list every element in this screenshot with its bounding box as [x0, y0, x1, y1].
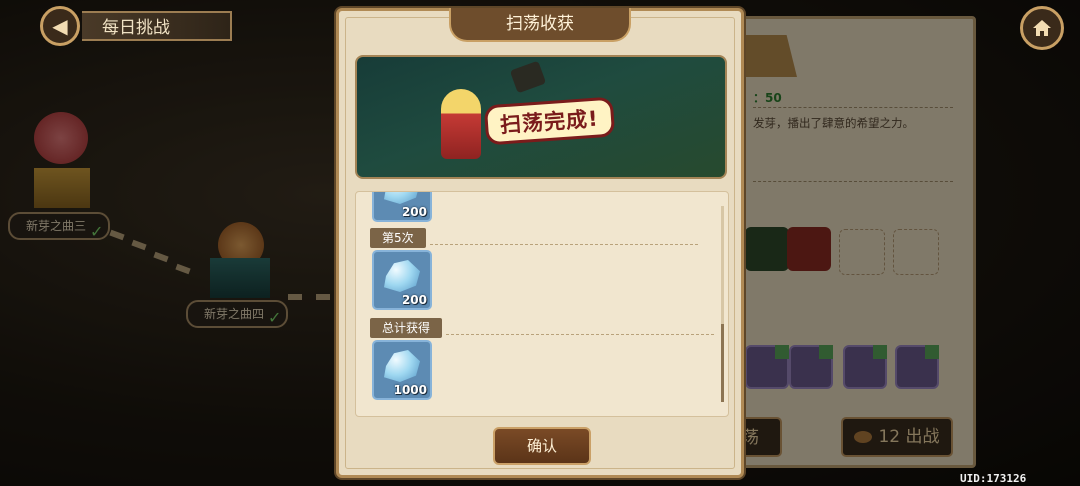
- reward-slot[interactable]: [843, 345, 887, 389]
- lantern-icon: [509, 60, 547, 94]
- reward-list[interactable]: 200 第5次 200 总计获得 1000: [355, 191, 729, 417]
- stage-block: [210, 258, 270, 298]
- reward-item[interactable]: 200: [372, 250, 432, 310]
- character-portrait: [441, 89, 481, 159]
- battle-icon: [854, 431, 873, 443]
- reward-item[interactable]: 200: [372, 192, 432, 222]
- crystal-icon: [384, 350, 420, 382]
- empty-enemy-slot: [839, 229, 885, 275]
- back-arrow-icon: ◀: [52, 14, 68, 38]
- stage-description: 发芽，播出了肆意的希望之力。: [753, 116, 914, 130]
- divider: [446, 334, 714, 335]
- sweep-result-dialog: 扫荡收获 扫荡完成! 200 第5次 200 总计获得 1000 确认: [336, 8, 744, 478]
- sweep-complete-banner: 扫荡完成!: [355, 55, 727, 179]
- reward-slot[interactable]: [745, 345, 789, 389]
- scrollbar-thumb[interactable]: [721, 324, 724, 402]
- reward-slot[interactable]: [895, 345, 939, 389]
- divider: [753, 181, 953, 183]
- divider: [430, 244, 698, 245]
- flower-monster-icon: [34, 112, 88, 164]
- sweep-button[interactable]: 荡: [742, 417, 782, 457]
- divider: [753, 107, 953, 109]
- round-label: 总计获得: [370, 318, 443, 338]
- check-icon: ✓: [268, 308, 282, 327]
- map-path-segment: [316, 294, 330, 300]
- enemy-slot[interactable]: [787, 227, 831, 271]
- dialog-title: 扫荡收获: [449, 8, 631, 42]
- sweep-complete-text: 扫荡完成!: [483, 96, 615, 146]
- stage-detail-panel: ：50 发芽，播出了肆意的希望之力。 荡 12 出战: [742, 16, 976, 468]
- home-icon: [1033, 20, 1051, 36]
- check-icon: ✓: [90, 222, 104, 241]
- reward-slot[interactable]: [789, 345, 833, 389]
- reward-item[interactable]: 1000: [372, 340, 432, 400]
- stage-block: [34, 168, 90, 208]
- stage-node-3[interactable]: 新芽之曲三 ✓: [8, 108, 118, 241]
- crystal-icon: [384, 192, 420, 204]
- map-path-segment: [153, 251, 169, 263]
- enemy-slot[interactable]: [745, 227, 789, 271]
- round-label: 第5次: [370, 228, 426, 248]
- home-button[interactable]: [1020, 6, 1064, 50]
- confirm-button[interactable]: 确认: [493, 427, 591, 465]
- stage-node-4[interactable]: 新芽之曲四 ✓: [186, 216, 296, 332]
- stamina-cost: ：50: [753, 91, 782, 105]
- empty-enemy-slot: [893, 229, 939, 275]
- user-id: UID:173126: [960, 472, 1027, 485]
- battle-button[interactable]: 12 出战: [841, 417, 953, 457]
- back-button[interactable]: ◀: [40, 6, 80, 46]
- panel-tab: [745, 35, 797, 77]
- page-title: 每日挑战: [82, 11, 232, 41]
- crystal-icon: [384, 260, 420, 292]
- map-path-segment: [131, 239, 147, 251]
